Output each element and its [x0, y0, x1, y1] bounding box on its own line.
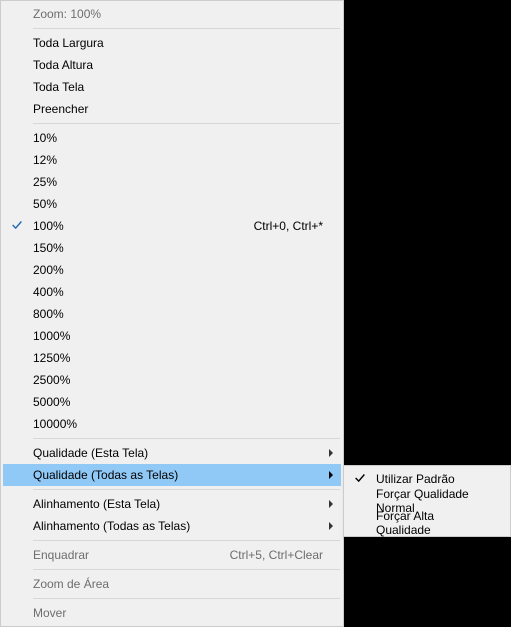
menu-item-zoom-10000[interactable]: 10000%: [3, 413, 341, 435]
menu-item-zoom-area: Zoom de Área: [3, 573, 341, 595]
menu-item-quality-this-screen[interactable]: Qualidade (Esta Tela): [3, 442, 341, 464]
menu-item-move: Mover: [3, 602, 341, 624]
menu-item-label: Enquadrar: [33, 548, 222, 562]
submenu-item-force-high-quality[interactable]: Forçar Alta Qualidade: [346, 512, 508, 534]
menu-item-label: 5000%: [33, 395, 323, 409]
menu-item-label: 200%: [33, 263, 323, 277]
menu-item-fill[interactable]: Preencher: [3, 98, 341, 120]
menu-item-zoom-2500[interactable]: 2500%: [3, 369, 341, 391]
menu-item-label: 10%: [33, 131, 323, 145]
menu-item-quality-all-screens[interactable]: Qualidade (Todas as Telas): [3, 464, 341, 486]
menu-item-whole-width[interactable]: Toda Largura: [3, 32, 341, 54]
menu-separator: [33, 598, 340, 599]
menu-item-label: 800%: [33, 307, 323, 321]
menu-item-label: 25%: [33, 175, 323, 189]
menu-item-shortcut: Ctrl+5, Ctrl+Clear: [230, 548, 323, 562]
menu-item-label: Forçar Alta Qualidade: [376, 509, 490, 537]
menu-item-label: 12%: [33, 153, 323, 167]
menu-item-zoom-1250[interactable]: 1250%: [3, 347, 341, 369]
menu-item-alignment-this-screen[interactable]: Alinhamento (Esta Tela): [3, 493, 341, 515]
menu-item-label: 2500%: [33, 373, 323, 387]
menu-item-zoom-100[interactable]: 100% Ctrl+0, Ctrl+*: [3, 215, 341, 237]
menu-item-zoom-25[interactable]: 25%: [3, 171, 341, 193]
menu-separator: [33, 438, 340, 439]
menu-item-zoom-400[interactable]: 400%: [3, 281, 341, 303]
menu-item-label: 1000%: [33, 329, 323, 343]
menu-item-label: Alinhamento (Todas as Telas): [33, 519, 323, 533]
menu-item-label: Alinhamento (Esta Tela): [33, 497, 323, 511]
menu-item-whole-screen[interactable]: Toda Tela: [3, 76, 341, 98]
menu-item-label: 150%: [33, 241, 323, 255]
chevron-right-icon: [327, 522, 335, 530]
menu-item-fit-frame: Enquadrar Ctrl+5, Ctrl+Clear: [3, 544, 341, 566]
menu-item-label: Toda Altura: [33, 58, 323, 72]
menu-item-label: Toda Largura: [33, 36, 323, 50]
menu-item-whole-height[interactable]: Toda Altura: [3, 54, 341, 76]
menu-item-label: Utilizar Padrão: [376, 472, 490, 486]
chevron-right-icon: [327, 500, 335, 508]
menu-separator: [33, 489, 340, 490]
checkmark-icon: [10, 218, 26, 234]
menu-item-zoom-200[interactable]: 200%: [3, 259, 341, 281]
menu-item-label: 50%: [33, 197, 323, 211]
menu-item-label: 1250%: [33, 351, 323, 365]
menu-item-zoom-150[interactable]: 150%: [3, 237, 341, 259]
menu-separator: [33, 540, 340, 541]
menu-item-label: Qualidade (Esta Tela): [33, 446, 323, 460]
chevron-right-icon: [327, 471, 335, 479]
menu-item-zoom-10[interactable]: 10%: [3, 127, 341, 149]
menu-item-zoom-1000[interactable]: 1000%: [3, 325, 341, 347]
menu-separator: [33, 28, 340, 29]
menu-separator: [33, 569, 340, 570]
menu-item-zoom-50[interactable]: 50%: [3, 193, 341, 215]
menu-header-label: Zoom: 100%: [33, 7, 323, 21]
menu-item-alignment-all-screens[interactable]: Alinhamento (Todas as Telas): [3, 515, 341, 537]
menu-item-zoom-12[interactable]: 12%: [3, 149, 341, 171]
menu-item-label: 100%: [33, 219, 246, 233]
menu-item-label: Mover: [33, 606, 323, 620]
menu-item-label: 10000%: [33, 417, 323, 431]
checkmark-icon: [353, 471, 369, 487]
menu-item-zoom-5000[interactable]: 5000%: [3, 391, 341, 413]
quality-submenu: Utilizar Padrão Forçar Qualidade Normal …: [343, 465, 511, 537]
menu-header: Zoom: 100%: [3, 3, 341, 25]
menu-separator: [33, 123, 340, 124]
menu-item-shortcut: Ctrl+0, Ctrl+*: [254, 219, 323, 233]
menu-item-label: Toda Tela: [33, 80, 323, 94]
chevron-right-icon: [327, 449, 335, 457]
menu-item-label: Zoom de Área: [33, 577, 323, 591]
menu-item-zoom-800[interactable]: 800%: [3, 303, 341, 325]
menu-item-label: 400%: [33, 285, 323, 299]
zoom-context-menu: Zoom: 100% Toda Largura Toda Altura Toda…: [0, 0, 344, 627]
menu-item-label: Qualidade (Todas as Telas): [33, 468, 323, 482]
menu-item-label: Preencher: [33, 102, 323, 116]
